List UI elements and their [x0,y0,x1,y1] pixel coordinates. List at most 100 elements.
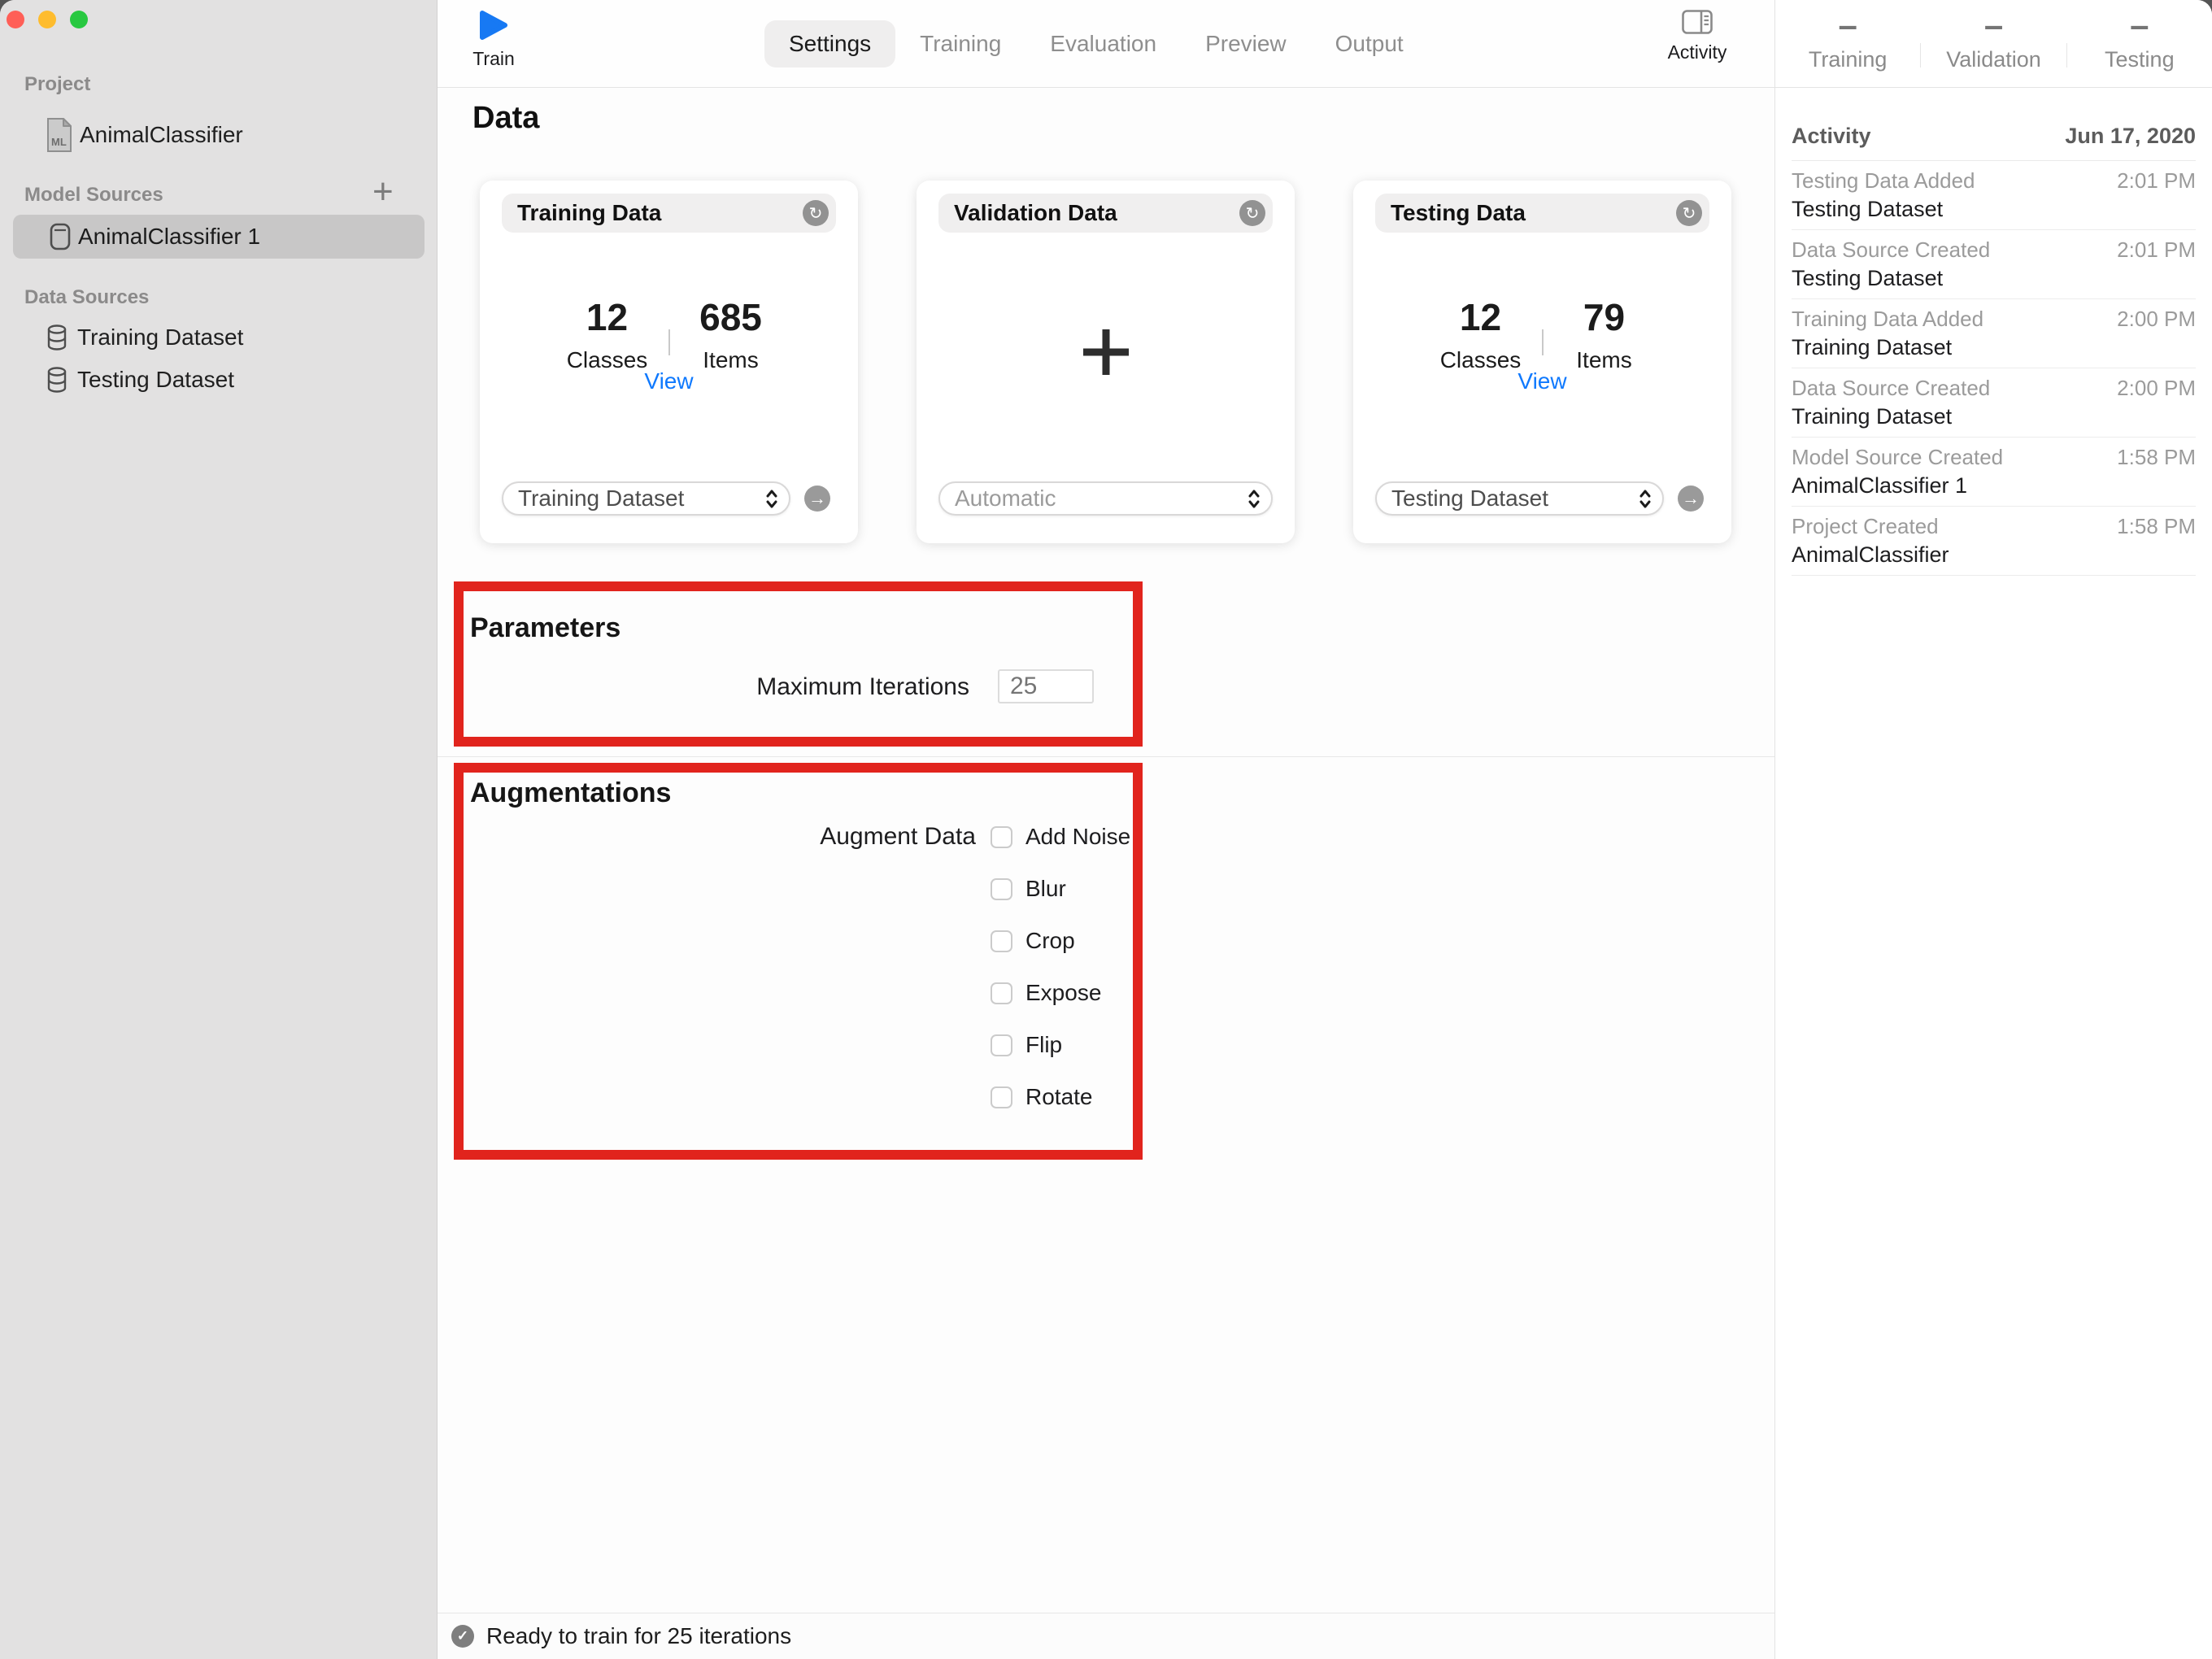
view-testing-data-link[interactable]: View [1353,368,1731,394]
augmentation-option-row: Flip [991,1030,1130,1060]
sidebar-item-animalclassifier[interactable]: ML AnimalClassifier [0,115,438,155]
ready-check-icon: ✓ [451,1625,474,1648]
database-icon [46,365,68,394]
training-status-column: – Training [1775,0,1920,87]
createml-window: Project ML AnimalClassifier Model Source… [0,0,2212,1659]
data-cards: Training Data ↻ 12 Classes 685 Items Vie… [480,181,1731,543]
sidebar-item-label: Testing Dataset [77,367,234,392]
classes-count: 12 [1459,296,1502,338]
card-title: Training Data [517,200,662,225]
testing-data-card: Testing Data ↻ 12 Classes 79 Items View [1353,181,1731,543]
activity-log-date: Jun 17, 2020 [2065,124,2196,148]
items-count: 685 [699,296,762,338]
blur-checkbox[interactable] [991,877,1012,900]
testing-dataset-dropdown[interactable]: Testing Dataset [1375,481,1664,516]
minimize-window-button[interactable] [38,11,56,28]
activity-toggle-button[interactable]: Activity [1652,10,1742,63]
ml-document-icon: ML [46,117,73,153]
add-model-source-button[interactable]: + [372,174,394,210]
main-content: Train Settings Training Evaluation Previ… [438,0,1774,1659]
training-status-value: – [1838,6,1857,44]
close-window-button[interactable] [7,11,24,28]
add-validation-data-dropzone[interactable] [1080,326,1132,382]
activity-entry: Data Source Created 2:01 PM Testing Data… [1792,230,2196,299]
sidebar-item-label: Training Dataset [77,324,244,350]
max-iterations-input[interactable] [998,669,1094,703]
train-button[interactable]: Train [459,10,528,70]
augmentation-option-row: Blur [991,874,1130,904]
rotate-checkbox[interactable] [991,1086,1012,1108]
status-message: Ready to train for 25 iterations [486,1623,792,1648]
sidebar-item-label: AnimalClassifier [80,122,243,147]
chevron-up-down-icon [1248,490,1260,507]
augmentation-option-row: Add Noise [991,822,1130,851]
testing-status-label: Testing [2105,47,2175,72]
max-iterations-label: Maximum Iterations [756,673,969,700]
testing-data-header: Testing Data ↻ [1375,194,1709,233]
refresh-icon[interactable]: ↻ [1676,200,1702,226]
augmentation-option-row: Crop [991,926,1130,956]
window-controls [7,11,88,28]
expose-checkbox[interactable] [991,982,1012,1004]
crop-checkbox[interactable] [991,930,1012,952]
validation-status-value: – [1983,6,2004,44]
refresh-icon[interactable]: ↻ [1239,200,1265,226]
validation-data-card: Validation Data ↻ Automatic [917,181,1295,543]
augmentation-options: Add Noise Blur Crop Expose Flip Rotate [991,822,1130,1112]
classes-count: 12 [586,296,629,338]
training-dataset-dropdown[interactable]: Training Dataset [502,481,790,516]
add-noise-checkbox[interactable] [991,825,1012,848]
tab-output[interactable]: Output [1311,20,1428,67]
section-divider [438,756,1774,757]
zoom-window-button[interactable] [70,11,88,28]
sidebar-item-animalclassifier-1[interactable]: AnimalClassifier 1 [13,215,425,259]
open-training-dataset-button[interactable]: → [804,486,830,512]
sidebar-panel-icon [1682,10,1713,34]
validation-data-dropdown[interactable]: Automatic [938,481,1273,516]
play-icon [480,11,507,40]
training-data-stats: 12 Classes 685 Items [480,298,858,374]
svg-text:ML: ML [51,136,67,148]
sidebar-item-testing-dataset[interactable]: Testing Dataset [0,360,438,399]
open-testing-dataset-button[interactable]: → [1678,486,1704,512]
activity-entry: Data Source Created 2:00 PM Training Dat… [1792,368,2196,438]
sidebar-section-data-sources: Data Sources [24,286,150,308]
activity-entry: Training Data Added 2:00 PM Training Dat… [1792,299,2196,368]
activity-panel: – Training – Validation – Testing Activi… [1774,0,2212,1659]
status-bar: ✓ Ready to train for 25 iterations [438,1613,1774,1659]
card-title: Validation Data [954,200,1117,225]
activity-entry: Testing Data Added 2:01 PM Testing Datas… [1792,161,2196,230]
view-training-data-link[interactable]: View [480,368,858,394]
sidebar-section-project: Project [24,73,91,95]
tab-settings[interactable]: Settings [764,20,896,67]
phase-status-columns: – Training – Validation – Testing [1775,0,2212,88]
training-data-header: Training Data ↻ [502,194,836,233]
flip-checkbox[interactable] [991,1034,1012,1056]
data-section-heading: Data [472,101,540,135]
tab-training[interactable]: Training [895,20,1025,67]
database-icon [46,323,68,352]
annotation-box-augmentations: Augmentations Augment Data Add Noise Blu… [454,763,1143,1160]
activity-entry: Model Source Created 1:58 PM AnimalClass… [1792,438,2196,507]
training-data-card: Training Data ↻ 12 Classes 685 Items Vie… [480,181,858,543]
refresh-icon[interactable]: ↻ [803,200,829,226]
parameters-heading: Parameters [470,612,621,643]
activity-log-header: Activity Jun 17, 2020 [1792,124,2196,149]
augmentation-option-row: Expose [991,978,1130,1008]
validation-data-header: Validation Data ↻ [938,194,1273,233]
sidebar: Project ML AnimalClassifier Model Source… [0,0,438,1659]
testing-status-value: – [2130,6,2149,44]
tab-evaluation[interactable]: Evaluation [1025,20,1181,67]
augmentations-heading: Augmentations [470,777,672,808]
sidebar-item-training-dataset[interactable]: Training Dataset [0,318,438,357]
annotation-box-parameters: Parameters Maximum Iterations [454,581,1143,747]
sidebar-section-model-sources: Model Sources [24,184,163,206]
train-button-label: Train [472,48,515,69]
validation-status-label: Validation [1946,47,2041,72]
validation-status-column: – Validation [1921,0,2066,87]
tab-preview[interactable]: Preview [1181,20,1311,67]
activity-log-entries: Testing Data Added 2:01 PM Testing Datas… [1792,161,2196,576]
chevron-up-down-icon [766,490,777,507]
chevron-up-down-icon [1639,490,1651,507]
toolbar: Train Settings Training Evaluation Previ… [438,0,1774,88]
